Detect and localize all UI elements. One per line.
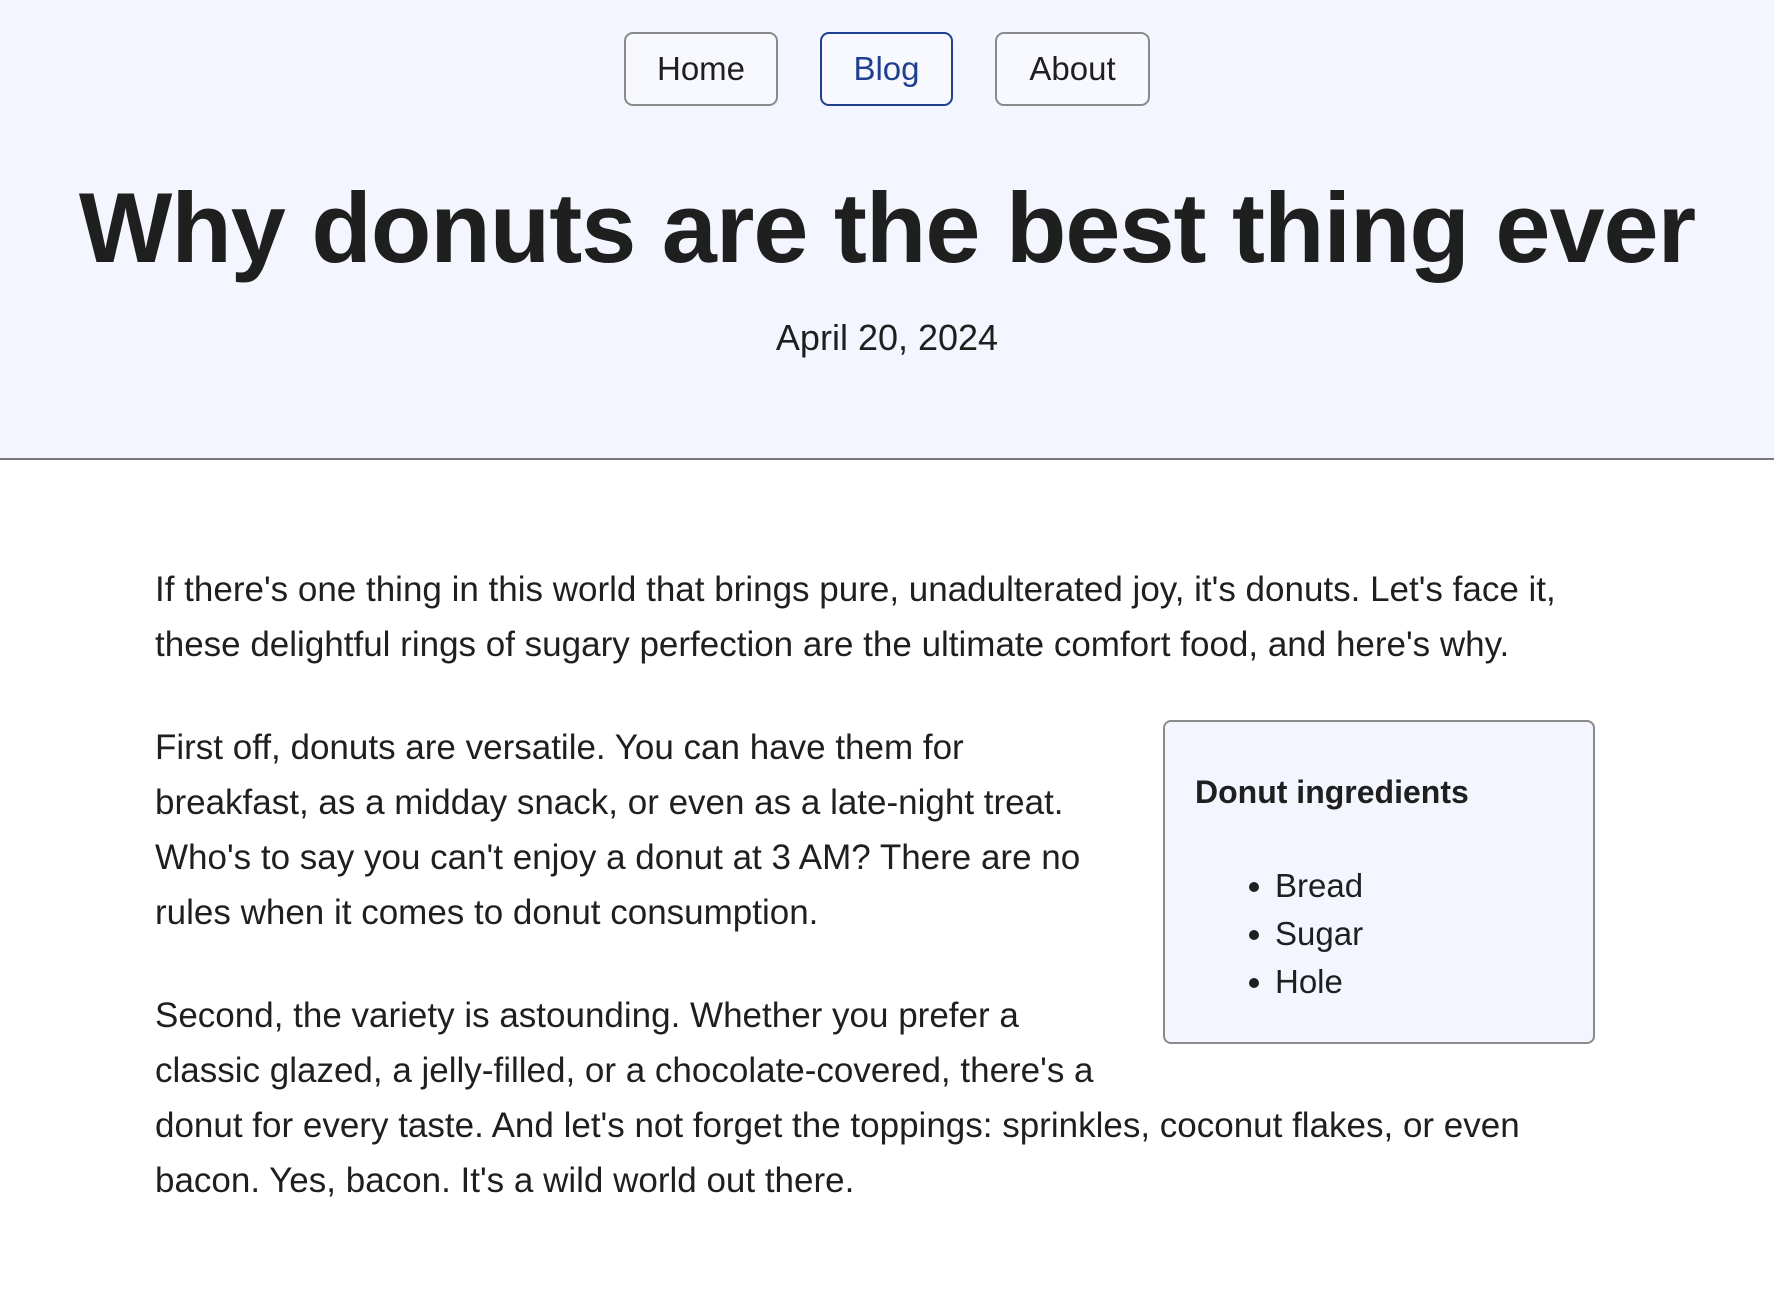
sidebar-title: Donut ingredients <box>1195 774 1469 810</box>
ingredients-list: Bread Sugar Hole <box>1195 862 1563 1006</box>
nav-blog-button[interactable]: Blog <box>820 32 953 106</box>
ingredients-sidebar: Donut ingredients Bread Sugar Hole <box>1163 720 1595 1044</box>
post-date: April 20, 2024 <box>775 317 999 358</box>
nav-about-button[interactable]: About <box>995 32 1150 106</box>
ingredient-item: Sugar <box>1249 910 1563 958</box>
page-header: Home Blog About Why donuts are the best … <box>0 0 1774 460</box>
top-nav: Home Blog About <box>0 32 1774 106</box>
ingredient-item: Hole <box>1249 958 1563 1006</box>
article-paragraph: If there's one thing in this world that … <box>155 570 1556 664</box>
page-title: Why donuts are the best thing ever <box>78 172 1696 283</box>
article-body: If there's one thing in this world that … <box>155 562 1595 1256</box>
nav-home-button[interactable]: Home <box>624 32 778 106</box>
ingredient-item: Bread <box>1249 862 1563 910</box>
